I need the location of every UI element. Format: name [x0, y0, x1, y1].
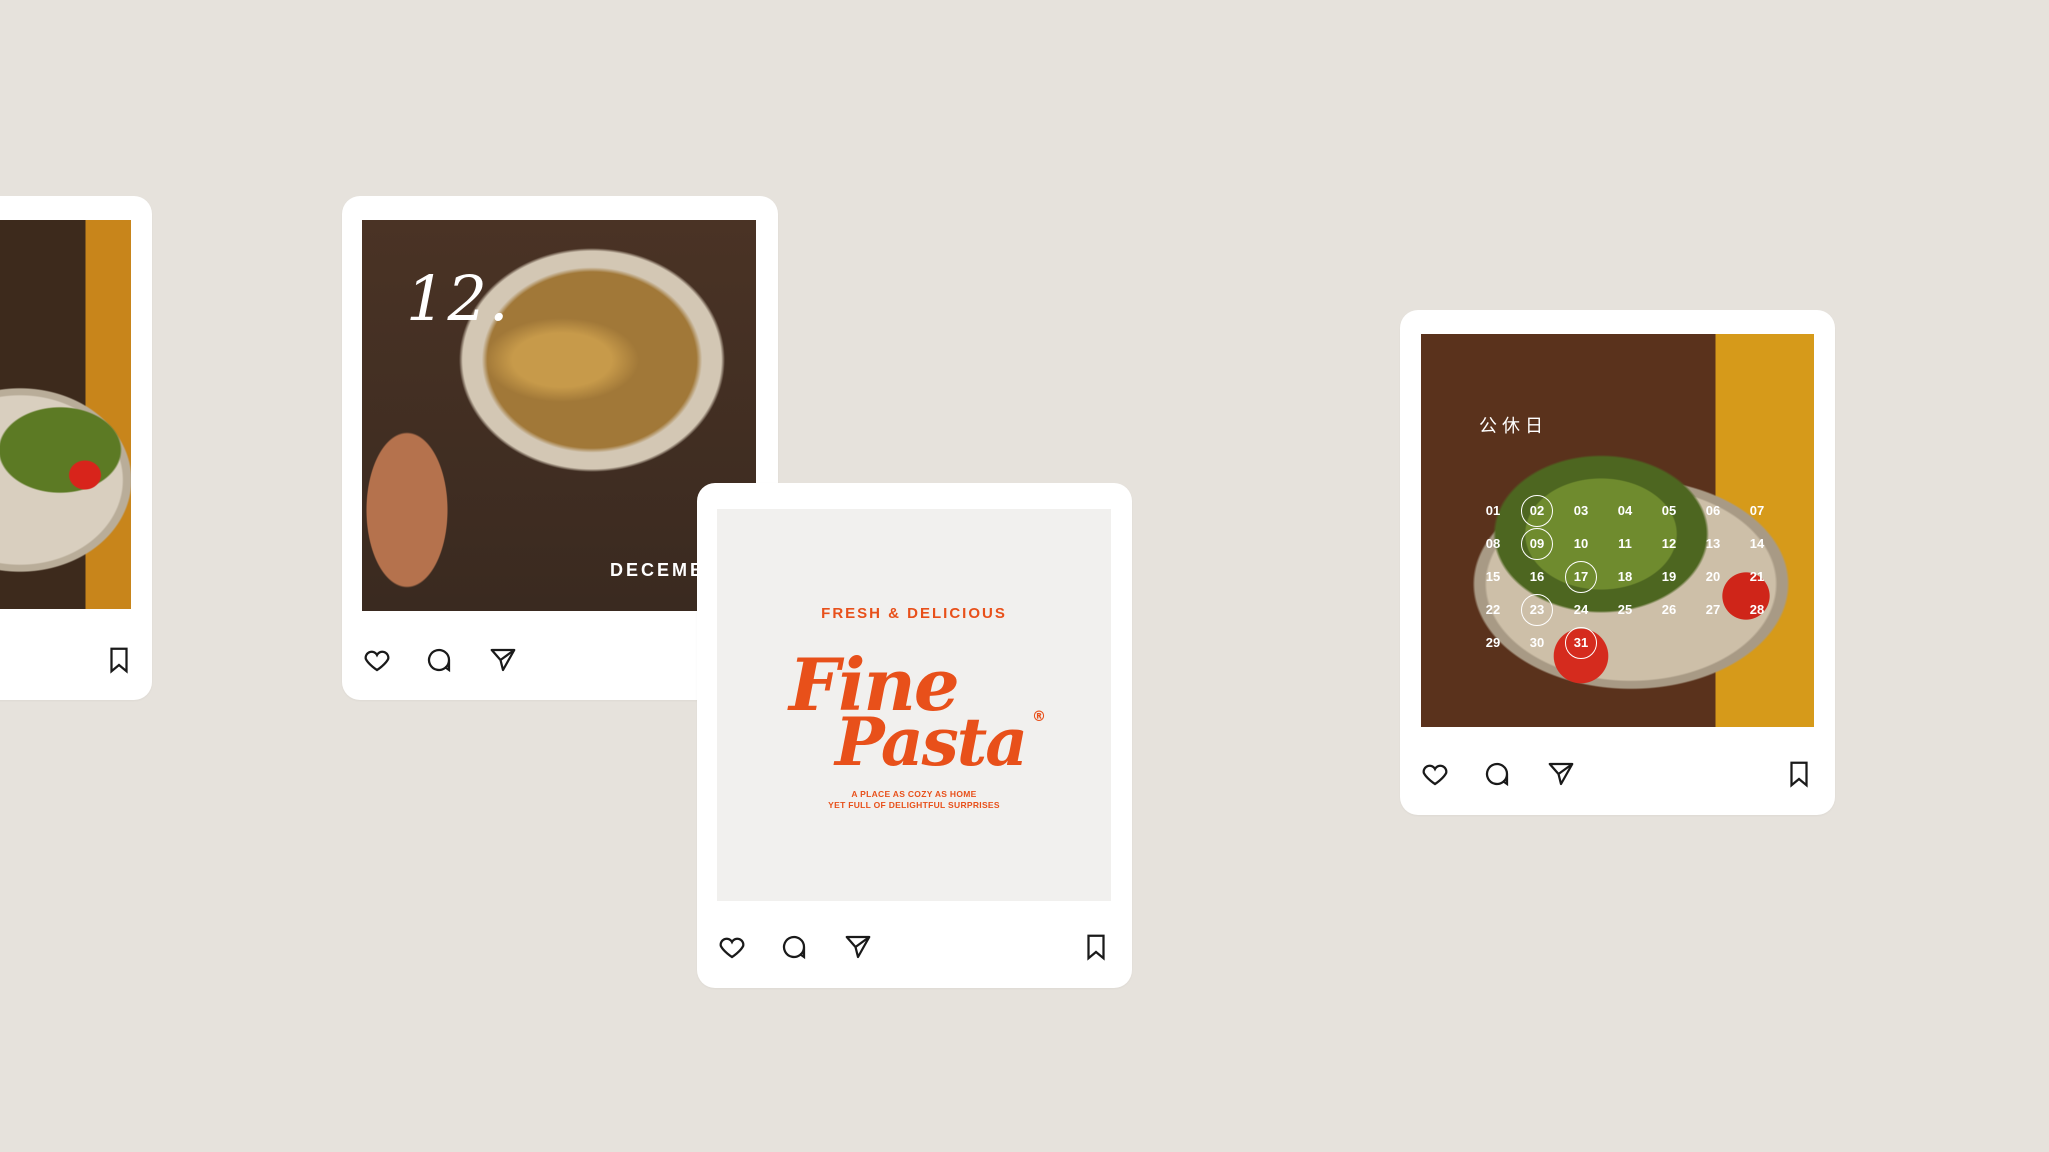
date-day-label: 12. [406, 262, 511, 335]
calendar-day-label: 22 [1485, 602, 1501, 617]
calendar-day-label: 04 [1617, 503, 1633, 518]
calendar-day-label: 31 [1565, 626, 1597, 659]
calendar-day-label: 14 [1749, 536, 1765, 551]
calendar-day-label: 02 [1521, 494, 1553, 527]
calendar-day-label: 05 [1661, 503, 1677, 518]
comment-icon[interactable] [422, 643, 456, 677]
calendar-day: 19 [1647, 560, 1691, 593]
heart-icon[interactable] [1418, 757, 1452, 791]
calendar-day: 30 [1515, 626, 1559, 659]
calendar-day: 15 [1471, 560, 1515, 593]
calendar-day: 10 [1559, 527, 1603, 560]
logo-word-pasta: Pasta [835, 703, 1028, 781]
calendar-day: 22 [1471, 593, 1515, 626]
calendar-day: 24 [1559, 593, 1603, 626]
calendar-day: 07 [1735, 494, 1779, 527]
bookmark-icon[interactable] [1782, 757, 1816, 791]
post-actions [715, 930, 1115, 970]
post-actions [360, 643, 560, 683]
post-actions [1418, 757, 1818, 797]
calendar-day: 27 [1691, 593, 1735, 626]
calendar-day: 28 [1735, 593, 1779, 626]
calendar-day: 01 [1471, 494, 1515, 527]
calendar-day-label: 29 [1485, 635, 1501, 650]
calendar-day: 20 [1691, 560, 1735, 593]
post-card-calendar: 公休日 01 02 03 04 05 06 07 08 09 10 11 12 13 14 15 16 17 18… [1400, 310, 1835, 815]
logo-tagline-top: FRESH & DELICIOUS [821, 605, 1007, 622]
logo-tagline-line1: A PLACE AS COZY AS HOME [851, 789, 977, 799]
calendar-day: 09 [1515, 527, 1559, 560]
calendar-day: 21 [1735, 560, 1779, 593]
calendar-day-label: 21 [1749, 569, 1765, 584]
calendar-day-label: 03 [1573, 503, 1589, 518]
registered-mark: ® [1032, 709, 1046, 725]
calendar-grid: 01 02 03 04 05 06 07 08 09 10 11 12 13 14 15 16 17 18 19 20… [1471, 494, 1779, 659]
calendar-day: 23 [1515, 593, 1559, 626]
calendar-day-label: 11 [1618, 536, 1632, 551]
calendar-day: 11 [1603, 527, 1647, 560]
bookmark-icon[interactable] [102, 643, 136, 677]
calendar-day-label: 23 [1521, 593, 1553, 626]
calendar-day: 04 [1603, 494, 1647, 527]
post-image-salad [0, 220, 131, 609]
calendar-day: 12 [1647, 527, 1691, 560]
comment-icon[interactable] [777, 930, 811, 964]
heart-icon[interactable] [360, 643, 394, 677]
calendar-day-label: 08 [1485, 536, 1501, 551]
calendar-day-label: 10 [1573, 536, 1589, 551]
calendar-day: 03 [1559, 494, 1603, 527]
calendar-day-label: 28 [1749, 602, 1765, 617]
send-icon[interactable] [841, 930, 875, 964]
post-image-salad: 公休日 01 02 03 04 05 06 07 08 09 10 11 12 13 14 15 16 17 18… [1421, 334, 1814, 727]
calendar-day-label: 01 [1485, 503, 1501, 518]
calendar-day-label: 17 [1565, 560, 1597, 593]
comment-icon[interactable] [1480, 757, 1514, 791]
date-month-label: DECEMB [610, 560, 707, 580]
calendar-day: 17 [1559, 560, 1603, 593]
calendar-day: 18 [1603, 560, 1647, 593]
post-card-salad-left [0, 196, 152, 700]
calendar-day-label: 06 [1705, 503, 1721, 518]
calendar-day: 25 [1603, 593, 1647, 626]
calendar-day: 31 [1559, 626, 1603, 659]
logo-tagline-line2: YET FULL OF DELIGHTFUL SURPRISES [828, 800, 1000, 810]
calendar-day-label: 27 [1705, 602, 1721, 617]
calendar-day: 02 [1515, 494, 1559, 527]
calendar-day-label: 26 [1661, 602, 1677, 617]
calendar-day-label: 19 [1661, 569, 1677, 584]
send-icon[interactable] [1544, 757, 1578, 791]
calendar-day-label: 18 [1617, 569, 1633, 584]
calendar-day: 14 [1735, 527, 1779, 560]
calendar-day-label: 13 [1705, 536, 1721, 551]
calendar-day-label: 20 [1705, 569, 1721, 584]
heart-icon[interactable] [715, 930, 749, 964]
bookmark-icon[interactable] [1079, 930, 1113, 964]
calendar-title: 公休日 [1479, 416, 1548, 437]
calendar-day-label: 09 [1521, 527, 1553, 560]
calendar-day: 13 [1691, 527, 1735, 560]
calendar-day-label: 07 [1749, 503, 1765, 518]
calendar-day-label: 15 [1485, 569, 1501, 584]
calendar-day: 08 [1471, 527, 1515, 560]
calendar-day-label: 16 [1529, 569, 1545, 584]
post-actions [102, 643, 142, 683]
post-card-logo: FRESH & DELICIOUS Fine Pasta ® A PLACE A… [697, 483, 1132, 988]
send-icon[interactable] [486, 643, 520, 677]
calendar-day-label: 25 [1617, 602, 1633, 617]
calendar-day: 06 [1691, 494, 1735, 527]
calendar-day: 29 [1471, 626, 1515, 659]
calendar-day-label: 12 [1661, 536, 1677, 551]
calendar-day-label: 24 [1573, 602, 1589, 617]
calendar-day: 05 [1647, 494, 1691, 527]
post-image-logo: FRESH & DELICIOUS Fine Pasta ® A PLACE A… [717, 509, 1111, 901]
calendar-day: 16 [1515, 560, 1559, 593]
calendar-day: 26 [1647, 593, 1691, 626]
calendar-day-label: 30 [1529, 635, 1545, 650]
